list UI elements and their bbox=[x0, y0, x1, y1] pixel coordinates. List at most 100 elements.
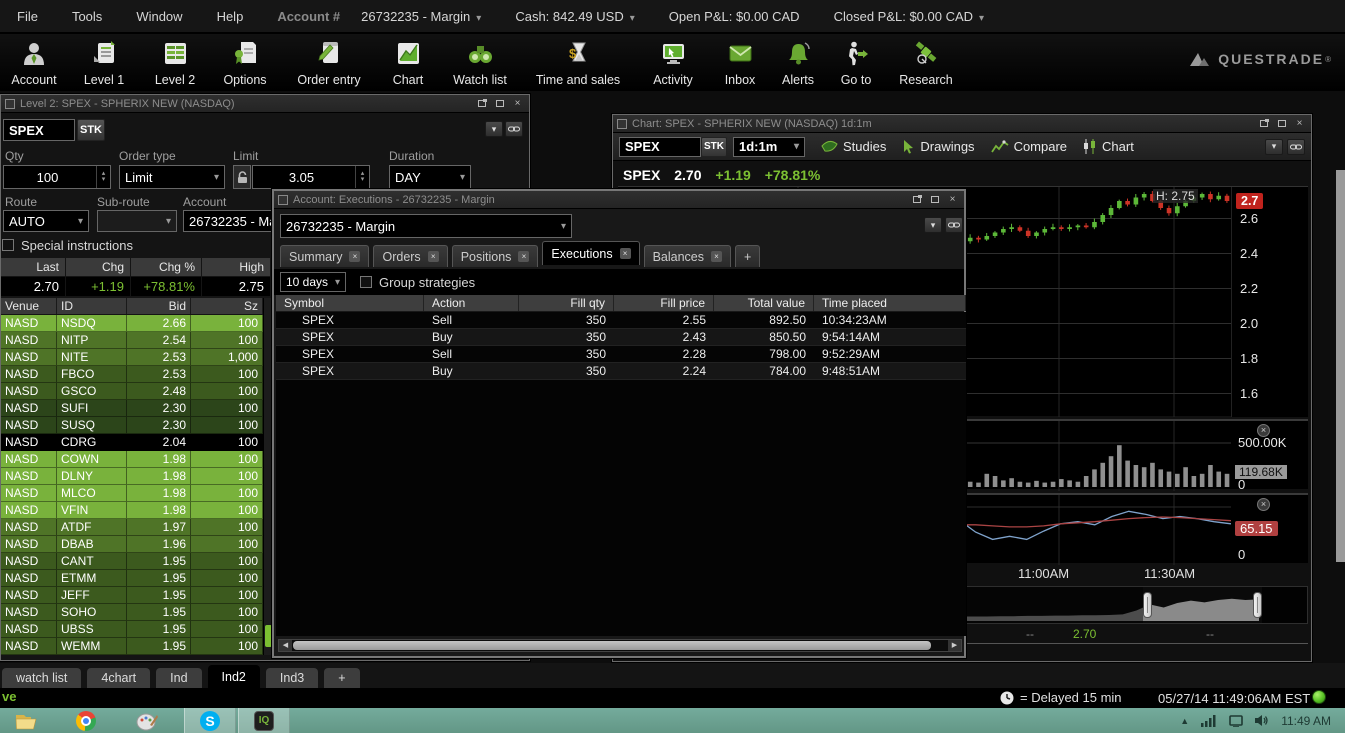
close-button[interactable]: × bbox=[1292, 117, 1307, 130]
qty-stepper[interactable]: ▴ ▾ bbox=[95, 166, 110, 188]
chart-titlebar[interactable]: Chart: SPEX - SPHERIX NEW (NASDAQ) 1d:1m… bbox=[613, 115, 1311, 133]
book-row[interactable]: NASD GSCO 2.48 100 bbox=[1, 383, 263, 400]
toolbar-button-level-2[interactable]: Level 2 bbox=[140, 34, 210, 91]
close-button[interactable]: × bbox=[510, 97, 525, 110]
toolbar-button-options[interactable]: Options bbox=[210, 34, 280, 91]
book-row[interactable]: NASD JEFF 1.95 100 bbox=[1, 587, 263, 604]
execution-row[interactable]: SPEX Sell 350 2.55 892.50 10:34:23AM bbox=[276, 312, 966, 329]
book-row[interactable]: NASD COWN 1.98 100 bbox=[1, 451, 263, 468]
executions-header-cell[interactable]: Fill price bbox=[614, 295, 714, 311]
tab-close-icon[interactable]: × bbox=[711, 251, 723, 262]
executions-header-cell[interactable]: Total value bbox=[714, 295, 814, 311]
studies-menu[interactable]: Studies bbox=[821, 139, 886, 154]
toolbar-button-research[interactable]: Research bbox=[884, 34, 968, 91]
chart-type-menu[interactable]: Chart bbox=[1083, 139, 1134, 154]
executions-header-cell[interactable]: Action bbox=[424, 295, 519, 311]
executions-header-cell[interactable]: Symbol bbox=[276, 295, 424, 311]
toolbar-button-account[interactable]: Account bbox=[0, 34, 68, 91]
workspace-tab-4chart[interactable]: 4chart bbox=[87, 668, 151, 688]
book-header-cell[interactable]: Bid bbox=[127, 298, 191, 314]
book-row[interactable]: NASD DLNY 1.98 100 bbox=[1, 468, 263, 485]
toolbar-button-inbox[interactable]: Inbox bbox=[712, 34, 768, 91]
book-row[interactable]: NASD SOHO 1.95 100 bbox=[1, 604, 263, 621]
maximize-button[interactable] bbox=[1274, 117, 1289, 130]
link-button[interactable] bbox=[945, 217, 963, 233]
book-row[interactable]: NASD ATDF 1.97 100 bbox=[1, 519, 263, 536]
tray-expand-icon[interactable]: ▲ bbox=[1180, 716, 1189, 726]
tab-close-icon[interactable]: × bbox=[619, 248, 631, 259]
book-row[interactable]: NASD MLCO 1.98 100 bbox=[1, 485, 263, 502]
book-row[interactable]: NASD SUFI 2.30 100 bbox=[1, 400, 263, 417]
menu-item-file[interactable]: File bbox=[0, 9, 55, 24]
workspace-tab-ind3[interactable]: Ind3 bbox=[265, 668, 319, 688]
toolbar-button-chart[interactable]: Chart bbox=[378, 34, 438, 91]
hscrollbar-thumb[interactable] bbox=[293, 641, 931, 650]
tab-close-icon[interactable]: × bbox=[518, 251, 530, 262]
workspace-tab-new[interactable]: + bbox=[324, 668, 360, 688]
book-row[interactable]: NASD VFIN 1.98 100 bbox=[1, 502, 263, 519]
symbol-input[interactable]: SPEX bbox=[3, 119, 75, 141]
book-scrollbar-thumb[interactable] bbox=[265, 625, 272, 647]
execution-row[interactable]: SPEX Buy 350 2.43 850.50 9:54:14AM bbox=[276, 329, 966, 346]
popout-button[interactable] bbox=[909, 193, 924, 206]
tab-close-icon[interactable]: × bbox=[349, 251, 361, 262]
taskbar-clock[interactable]: 11:49 AM bbox=[1281, 714, 1331, 728]
menu-item-window[interactable]: Window bbox=[119, 9, 199, 24]
book-row[interactable]: NASD NITE 2.53 1,000 bbox=[1, 349, 263, 366]
taskbar-questrade-iq-button[interactable]: IQ bbox=[238, 708, 290, 733]
special-instructions-checkbox[interactable] bbox=[2, 239, 14, 251]
executions-titlebar[interactable]: Account: Executions - 26732235 - Margin … bbox=[274, 191, 964, 209]
tab-summary[interactable]: Summary × bbox=[280, 245, 370, 267]
execution-row[interactable]: SPEX Sell 350 2.28 798.00 9:52:29AM bbox=[276, 346, 966, 363]
link-button[interactable] bbox=[505, 121, 523, 137]
closed-pl-selector[interactable]: Closed P&L: $0.00 CAD ▾ bbox=[817, 9, 1002, 24]
workspace-tab-ind2[interactable]: Ind2 bbox=[207, 665, 260, 688]
range-select[interactable]: 10 days ▾ bbox=[280, 272, 346, 292]
cash-selector[interactable]: Cash: 842.49 USD ▾ bbox=[498, 9, 651, 24]
toolbar-button-watch-list[interactable]: Watch list bbox=[438, 34, 522, 91]
workspace-scrollbar[interactable] bbox=[1336, 170, 1345, 562]
compare-menu[interactable]: Compare bbox=[990, 139, 1067, 154]
order-type-select[interactable]: Limit ▾ bbox=[119, 165, 225, 189]
book-row[interactable]: NASD DBAB 1.96 100 bbox=[1, 536, 263, 553]
window-dropdown-button[interactable]: ▾ bbox=[1265, 138, 1283, 155]
popout-button[interactable] bbox=[474, 97, 489, 110]
duration-select[interactable]: DAY ▾ bbox=[389, 165, 471, 189]
network-icon[interactable] bbox=[1201, 714, 1217, 727]
interval-select[interactable]: 1d:1m ▾ bbox=[733, 136, 805, 157]
toolbar-button-order-entry[interactable]: Order entry bbox=[280, 34, 378, 91]
menu-item-help[interactable]: Help bbox=[200, 9, 261, 24]
book-row[interactable]: NASD ETMM 1.95 100 bbox=[1, 570, 263, 587]
tab-positions[interactable]: Positions × bbox=[451, 245, 539, 267]
executions-hscrollbar[interactable]: ◀ ▶ bbox=[278, 639, 962, 652]
book-row[interactable]: NASD NITP 2.54 100 bbox=[1, 332, 263, 349]
book-row[interactable]: NASD CANT 1.95 100 bbox=[1, 553, 263, 570]
toolbar-button-alerts[interactable]: Alerts bbox=[768, 34, 828, 91]
taskbar-explorer-button[interactable] bbox=[0, 708, 56, 733]
tab-executions[interactable]: Executions × bbox=[542, 241, 640, 265]
book-header-cell[interactable]: Sz bbox=[191, 298, 263, 314]
close-button[interactable]: × bbox=[945, 193, 960, 206]
volume-icon[interactable] bbox=[1255, 714, 1269, 727]
level2-titlebar[interactable]: Level 2: SPEX - SPHERIX NEW (NASDAQ) × bbox=[1, 95, 529, 113]
limit-price-input[interactable]: 3.05 ▴ ▾ bbox=[252, 165, 370, 189]
executions-header-cell[interactable]: Time placed bbox=[814, 295, 966, 311]
tab-close-icon[interactable]: × bbox=[427, 251, 439, 262]
menu-item-tools[interactable]: Tools bbox=[55, 9, 119, 24]
toolbar-button-activity[interactable]: Activity bbox=[634, 34, 712, 91]
account-selector[interactable]: 26732235 - Margin ▾ bbox=[357, 9, 498, 24]
price-lock-button[interactable] bbox=[233, 165, 251, 189]
subroute-select[interactable]: ▾ bbox=[97, 210, 177, 232]
scroll-right-arrow[interactable]: ▶ bbox=[948, 640, 961, 651]
book-header-cell[interactable]: Venue bbox=[1, 298, 57, 314]
maximize-button[interactable] bbox=[927, 193, 942, 206]
tab-balances[interactable]: Balances × bbox=[643, 245, 732, 267]
executions-header-cell[interactable]: Fill qty bbox=[519, 295, 614, 311]
route-select[interactable]: AUTO ▾ bbox=[3, 210, 89, 232]
taskbar-chrome-button[interactable] bbox=[56, 708, 116, 733]
book-row[interactable]: NASD FBCO 2.53 100 bbox=[1, 366, 263, 383]
chart-symbol-input[interactable]: SPEX bbox=[619, 136, 701, 157]
workspace-tab-watch-list[interactable]: watch list bbox=[2, 668, 82, 688]
book-row[interactable]: NASD CDRG 2.04 100 bbox=[1, 434, 263, 451]
window-dropdown-button[interactable]: ▾ bbox=[485, 121, 503, 137]
